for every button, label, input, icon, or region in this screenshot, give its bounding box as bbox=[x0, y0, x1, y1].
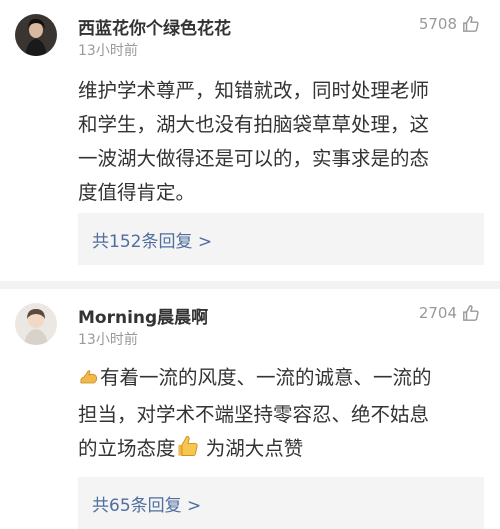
like-button[interactable]: 2704 bbox=[419, 304, 480, 322]
comment-text-line: 的立场态度 为湖大点赞 bbox=[78, 432, 488, 469]
flexed-biceps-emoji bbox=[78, 364, 100, 398]
username[interactable]: 西蓝花你个绿色花花 bbox=[78, 14, 231, 39]
view-replies-link[interactable]: 共152条回复 > bbox=[78, 213, 484, 265]
comment-text-line: 和学生，湖大也没有拍脑袋草草处理，这 bbox=[78, 113, 430, 136]
view-replies-link[interactable]: 共65条回复 > bbox=[78, 477, 484, 529]
comment-text: 有着一流的风度、一流的诚意、一流的 担当，对学术不端坚持零容忍、绝不姑息 的立场… bbox=[78, 361, 488, 469]
timestamp: 13小时前 bbox=[78, 43, 138, 59]
comment-text-line: 度值得肯定。 bbox=[78, 181, 196, 204]
avatar[interactable] bbox=[15, 303, 57, 345]
comment-text-line: 担当，对学术不端坚持零容忍、绝不姑息 bbox=[78, 403, 430, 426]
comment-text-segment: 有着一流的风度、一流的诚意、一流的 bbox=[100, 366, 432, 389]
like-count: 5708 bbox=[418, 15, 457, 33]
comment-text-line: 维护学术尊严，知错就改，同时处理老师 bbox=[78, 79, 430, 102]
like-button[interactable]: 5708 bbox=[419, 15, 480, 33]
timestamp: 13小时前 bbox=[78, 332, 138, 348]
divider bbox=[0, 281, 500, 289]
avatar[interactable] bbox=[15, 14, 57, 56]
thumbs-up-outline-icon bbox=[462, 15, 480, 33]
comment-text-segment: 的立场态度 bbox=[78, 437, 176, 460]
thumbs-up-outline-icon bbox=[462, 304, 480, 322]
thumbs-up-emoji bbox=[176, 434, 200, 469]
comment-text-segment: 为湖大点赞 bbox=[199, 437, 304, 460]
comment-text: 维护学术尊严，知错就改，同时处理老师 和学生，湖大也没有拍脑袋草草处理，这 一波… bbox=[78, 74, 488, 210]
like-count: 2704 bbox=[418, 304, 457, 322]
username[interactable]: Morning晨晨啊 bbox=[78, 303, 208, 328]
comment-text-line: 有着一流的风度、一流的诚意、一流的 bbox=[78, 361, 488, 398]
comment-text-line: 一波湖大做得还是可以的，实事求是的态 bbox=[78, 147, 430, 170]
